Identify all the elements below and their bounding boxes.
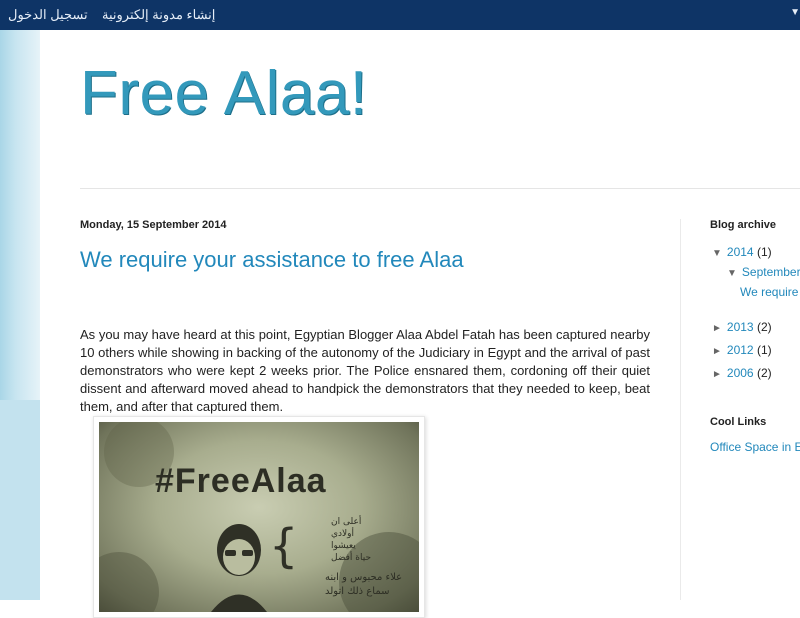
graffiti-arabic-line: علاء محبوس و ابنه [325,572,402,583]
graffiti-arabic-line: أولادي [331,527,354,539]
collapse-toggle-icon[interactable]: ▼ [712,248,722,259]
create-blog-link[interactable]: إنشاء مدونة إلكترونية [102,7,215,23]
more-menu-icon[interactable]: ▼ [790,7,800,18]
post-image[interactable]: #FreeAlaa { أعلى ان أولادي يعيشوا حياة أفضل… [99,422,419,612]
post-body: As you may have heard at this point, Egy… [80,327,650,414]
left-background-band [0,30,40,600]
archive-year-link[interactable]: 2014 [727,245,754,259]
graffiti-arabic-line: يعيشوا [331,541,356,551]
collapse-toggle-icon[interactable]: ▼ [727,268,737,279]
blog-title[interactable]: Free Alaa! [80,58,368,129]
expand-toggle-icon[interactable]: ► [712,323,722,334]
band-solid [0,400,40,600]
archive-month-september: ▼ September [727,265,800,279]
archive-post-item: We require [740,285,798,299]
graffiti-hashtag: #FreeAlaa [155,462,327,500]
header-divider [80,188,800,189]
archive-year-2014: ▼ 2014 (1) [712,245,772,259]
post-date: Monday, 15 September 2014 [80,219,227,231]
graffiti-arabic-line: أعلى ان [331,515,361,527]
column-divider [680,219,681,600]
links-widget-title: Cool Links [710,416,767,428]
graffiti-brace: { [269,519,298,573]
stencil-portrait [211,524,267,612]
archive-year-link[interactable]: 2006 [727,366,754,380]
archive-month-link[interactable]: September [742,265,800,279]
archive-year-2013: ► 2013 (2) [712,320,772,334]
graffiti-arabic-line: سماع ذلك اتولد [325,586,389,597]
archive-post-link[interactable]: We require [740,285,798,299]
top-navbar: تسجيل الدخول إنشاء مدونة إلكترونية ▼ [0,0,800,30]
sign-in-link[interactable]: تسجيل الدخول [8,7,88,23]
expand-toggle-icon[interactable]: ► [712,369,722,380]
archive-year-link[interactable]: 2012 [727,343,754,357]
expand-toggle-icon[interactable]: ► [712,346,722,357]
post-title-link[interactable]: We require your assistance to free Alaa [80,247,464,273]
archive-year-link[interactable]: 2013 [727,320,754,334]
graffiti-photo: #FreeAlaa { أعلى انأولادي يعيشواحياة أفضل… [99,422,419,612]
wall-stain [99,552,159,612]
graffiti-arabic-line: حياة أفضل [331,551,371,563]
archive-count: (1) [756,343,772,357]
archive-count: (1) [756,245,772,259]
archive-count: (2) [756,366,772,380]
archive-year-2006: ► 2006 (2) [712,366,772,380]
archive-count: (2) [756,320,772,334]
post-image-frame: #FreeAlaa { أعلى ان أولادي يعيشوا حياة أفضل… [93,416,425,618]
band-gradient [0,30,40,400]
archive-year-2012: ► 2012 (1) [712,343,772,357]
sidebar-link-office-space[interactable]: Office Space in E [710,440,800,454]
archive-widget-title: Blog archive [710,219,777,231]
